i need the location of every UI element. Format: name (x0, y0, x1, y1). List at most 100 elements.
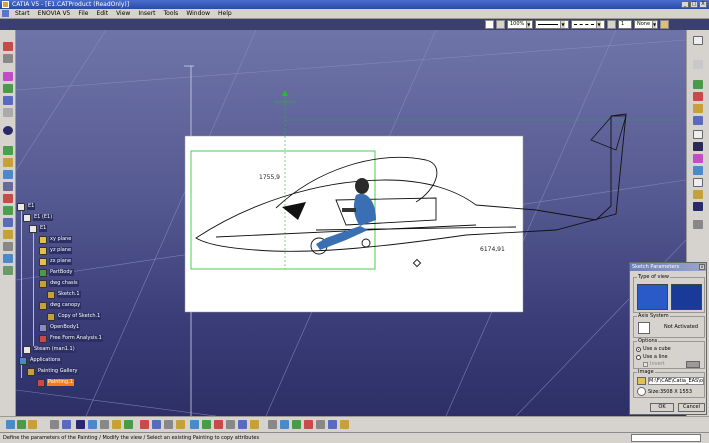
tree-node[interactable]: E1 (29, 224, 48, 233)
rotate-icon[interactable] (100, 420, 109, 429)
zoom-out-icon[interactable] (124, 420, 133, 429)
dialog-close-button[interactable]: x (699, 264, 705, 270)
menu-insert[interactable]: Insert (134, 9, 159, 19)
shading-icon[interactable] (693, 166, 703, 175)
close-button[interactable]: X (699, 1, 707, 8)
tree-node[interactable]: dwg canopy (39, 301, 82, 310)
revolve-icon[interactable] (3, 170, 13, 179)
view-type-side-icon[interactable] (671, 284, 702, 310)
fill-icon[interactable] (3, 194, 13, 203)
hide-show-icon[interactable] (214, 420, 223, 429)
analysis-icon[interactable] (292, 420, 301, 429)
tree-node[interactable]: Free Form Analysis.1 (39, 334, 103, 343)
tree-node[interactable]: Painting.1 (37, 378, 74, 387)
invert-options-button[interactable] (686, 361, 700, 368)
section-icon[interactable] (280, 420, 289, 429)
menu-file[interactable]: File (74, 9, 92, 19)
tree-node[interactable]: dwg chasis (39, 279, 79, 288)
shading-icon[interactable] (190, 420, 199, 429)
tree-node[interactable]: PartBody (39, 268, 74, 277)
minimize-button[interactable]: _ (681, 1, 689, 8)
menu-start[interactable]: Start (11, 9, 34, 19)
use-cube-radio[interactable] (636, 347, 641, 352)
menu-view[interactable]: View (112, 9, 134, 19)
fit-all-icon[interactable] (693, 130, 703, 139)
axis-icon[interactable] (316, 420, 325, 429)
pan-icon[interactable] (693, 80, 703, 89)
menu-tools[interactable]: Tools (160, 9, 183, 19)
ok-button[interactable]: OK (650, 403, 674, 412)
sketch-icon[interactable] (3, 42, 13, 51)
circle-icon[interactable] (3, 108, 13, 117)
tree-node[interactable]: Applications (19, 356, 62, 365)
pin-icon[interactable] (3, 54, 13, 63)
offset-icon[interactable] (3, 218, 13, 227)
surface-icon[interactable] (3, 146, 13, 155)
zoom-in-icon[interactable] (112, 420, 121, 429)
rotate-view-icon[interactable] (693, 60, 703, 69)
swap-space-icon[interactable] (693, 202, 703, 211)
redo-icon[interactable] (17, 420, 26, 429)
tree-node[interactable]: Copy of Sketch.1 (47, 312, 102, 321)
tree-node[interactable]: xy plane (39, 235, 73, 244)
join-icon[interactable] (3, 254, 13, 263)
search-icon[interactable] (50, 420, 59, 429)
measure-icon[interactable] (3, 266, 13, 275)
layer-combo[interactable]: 1 (618, 20, 632, 29)
none-combo[interactable]: None ▼ (634, 20, 658, 29)
pan-icon[interactable] (88, 420, 97, 429)
snap-icon[interactable] (340, 420, 349, 429)
swap-visible-icon[interactable] (226, 420, 235, 429)
trim-icon[interactable] (3, 230, 13, 239)
refresh-icon[interactable] (637, 387, 646, 396)
transparency-icon[interactable] (496, 20, 505, 29)
tree-node[interactable]: yz plane (39, 246, 73, 255)
line-icon[interactable] (3, 96, 13, 105)
front-view-icon[interactable] (693, 142, 703, 151)
view-type-car-icon[interactable] (637, 284, 668, 310)
wireframe-icon[interactable] (202, 420, 211, 429)
update-icon[interactable] (28, 420, 37, 429)
layer-filter-icon[interactable] (250, 420, 259, 429)
zoom-combo[interactable]: 100% ▼ (507, 20, 533, 29)
open-folder-icon[interactable] (637, 377, 646, 385)
tree-node[interactable]: zx plane (39, 257, 73, 266)
menu-help[interactable]: Help (214, 9, 236, 19)
iso-view-icon[interactable] (176, 420, 185, 429)
curve-icon[interactable] (3, 72, 13, 81)
maximize-button[interactable]: □ (690, 1, 698, 8)
fit-all-icon[interactable] (140, 420, 149, 429)
tree-node[interactable]: Painting Gallery (27, 367, 79, 376)
command-input[interactable] (631, 434, 701, 442)
select-icon[interactable] (693, 36, 703, 45)
invert-checkbox[interactable] (643, 362, 648, 367)
hide-show-icon[interactable] (693, 190, 703, 199)
line-type-combo[interactable]: ▼ (535, 20, 569, 29)
3d-viewport[interactable]: 1755,9 6174,91 (16, 30, 686, 416)
render-icon[interactable] (693, 220, 703, 229)
wireframe-icon[interactable] (693, 178, 703, 187)
use-line-radio[interactable] (636, 355, 641, 360)
measure-icon[interactable] (268, 420, 277, 429)
tree-node[interactable]: E1 (E1) (23, 213, 54, 222)
tree-node[interactable]: OpenBody1 (39, 323, 81, 332)
multi-view-icon[interactable] (164, 420, 173, 429)
iso-view-icon[interactable] (693, 154, 703, 163)
normal-view-icon[interactable] (152, 420, 161, 429)
zoom-in-icon[interactable] (693, 92, 703, 101)
menu-window[interactable]: Window (182, 9, 214, 19)
spline-icon[interactable] (3, 84, 13, 93)
tree-node[interactable]: E1 (17, 202, 36, 211)
normal-view-icon[interactable] (693, 116, 703, 125)
undo-icon[interactable] (6, 420, 15, 429)
catalog-icon[interactable] (62, 420, 71, 429)
fly-mode-icon[interactable] (76, 420, 85, 429)
menu-enovia[interactable]: ENOVIA V5 (34, 9, 75, 19)
sweep-icon[interactable] (3, 182, 13, 191)
arc-icon[interactable] (3, 126, 13, 135)
menu-edit[interactable]: Edit (92, 9, 112, 19)
render-style-icon[interactable] (238, 420, 247, 429)
blend-icon[interactable] (3, 206, 13, 215)
axis-system-icon[interactable] (638, 322, 650, 334)
extrude-icon[interactable] (3, 158, 13, 167)
